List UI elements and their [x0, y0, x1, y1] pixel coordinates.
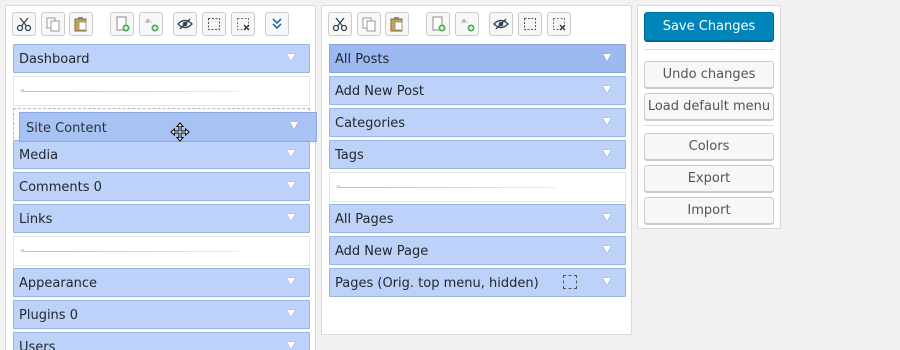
copy-button[interactable] [41, 12, 65, 36]
submenu-item[interactable]: All Posts [329, 44, 626, 73]
menu-separator[interactable]: « [13, 76, 310, 106]
expand-arrow-icon[interactable] [287, 278, 295, 285]
menu-item[interactable]: Plugins 0 [13, 300, 310, 329]
submenu-item[interactable]: Pages (Orig. top menu, hidden) [329, 268, 626, 297]
submenu-item[interactable]: All Pages [329, 204, 626, 233]
hide-icon [208, 18, 220, 30]
copy-icon [362, 17, 376, 32]
expand-all-icon [272, 18, 282, 30]
menu-item[interactable]: Links [13, 204, 310, 233]
menu-item-label: Categories [335, 116, 406, 131]
expand-arrow-icon[interactable] [287, 214, 295, 221]
expand-arrow-icon[interactable] [603, 246, 611, 253]
menu-item[interactable]: Appearance [13, 268, 310, 297]
menu-item-label: Appearance [19, 276, 98, 291]
hide-icon [524, 18, 536, 30]
new-menu-icon [116, 16, 130, 32]
expand-arrow-icon[interactable] [287, 310, 295, 317]
cut-button[interactable] [12, 12, 36, 36]
expand-arrow-icon[interactable] [287, 150, 295, 157]
paste-icon [390, 17, 403, 32]
new-separator-icon [461, 19, 475, 32]
menu-item-label: Dashboard [19, 52, 90, 67]
expand-arrow-icon[interactable] [603, 150, 611, 157]
colors-button[interactable]: Colors [644, 133, 774, 160]
separator-line [24, 91, 239, 92]
paste-button[interactable] [69, 12, 93, 36]
new-menu-button[interactable] [110, 12, 134, 36]
submenu-item[interactable]: Tags [329, 140, 626, 169]
menu-item-label: Comments 0 [19, 180, 102, 195]
toggle-hidden-icon [493, 18, 509, 30]
new-separator-button[interactable] [455, 12, 479, 36]
submenu-item[interactable]: Add New Page [329, 236, 626, 265]
delete-icon [553, 18, 566, 31]
hide-button[interactable] [518, 12, 542, 36]
toggle-hidden-button[interactable] [173, 12, 197, 36]
delete-button[interactable] [547, 12, 571, 36]
new-separator-button[interactable] [139, 12, 163, 36]
divider [644, 125, 774, 126]
paste-icon [74, 17, 87, 32]
hide-button[interactable] [202, 12, 226, 36]
expand-arrow-icon[interactable] [603, 86, 611, 93]
menu-item-label: Pages (Orig. top menu, hidden) [335, 276, 539, 291]
expand-arrow-icon[interactable] [603, 278, 611, 285]
menu-item[interactable]: Comments 0 [13, 172, 310, 201]
menu-separator[interactable]: « [13, 236, 310, 266]
divider [644, 49, 774, 50]
menu-item-label: All Posts [335, 52, 390, 67]
cut-button[interactable] [328, 12, 352, 36]
new-menu-button[interactable] [426, 12, 450, 36]
actions-panel: Save Changes Undo changes Load default m… [637, 5, 781, 229]
hidden-item-icon [563, 275, 577, 289]
separator-line [24, 251, 239, 252]
delete-button[interactable] [231, 12, 255, 36]
copy-button[interactable] [357, 12, 381, 36]
undo-changes-button[interactable]: Undo changes [644, 61, 774, 88]
save-changes-button[interactable]: Save Changes [644, 12, 774, 41]
menu-item-label: Links [19, 212, 53, 227]
move-cursor-icon [170, 122, 190, 142]
menu-separator[interactable]: « [329, 172, 626, 202]
menu-item[interactable]: Media [13, 140, 310, 169]
copy-icon [46, 17, 60, 32]
new-menu-icon [432, 16, 446, 32]
menu-item[interactable]: Dashboard [13, 44, 310, 73]
expand-arrow-icon[interactable] [603, 118, 611, 125]
new-separator-icon [145, 19, 159, 32]
separator-line [340, 187, 555, 188]
submenu-item[interactable]: Add New Post [329, 76, 626, 105]
menu-item-label: Users [19, 340, 56, 350]
menu-item-label: Site Content [26, 121, 107, 136]
submenu-column: All Posts Add New Post Categories Tags «… [321, 5, 632, 335]
menu-item-label: Tags [335, 148, 364, 163]
menu-item-label: Add New Page [335, 244, 429, 259]
cut-icon [332, 17, 348, 32]
toggle-hidden-icon [177, 18, 193, 30]
expand-arrow-icon[interactable] [603, 54, 611, 61]
paste-button[interactable] [385, 12, 409, 36]
delete-icon [237, 18, 250, 31]
menu-item[interactable]: Users [13, 332, 310, 350]
top-level-menu-column: Dashboard « Media Comments 0 Links « App… [5, 5, 316, 350]
menu-item-label: Media [19, 148, 59, 163]
menu-item-label: All Pages [335, 212, 394, 227]
load-default-menu-button[interactable]: Load default menu [644, 93, 774, 120]
expand-arrow-icon[interactable] [287, 342, 295, 349]
submenu-item[interactable]: Categories [329, 108, 626, 137]
expand-arrow-icon[interactable] [290, 122, 298, 129]
export-button[interactable]: Export [644, 165, 774, 192]
expand-arrow-icon[interactable] [287, 182, 295, 189]
expand-arrow-icon[interactable] [603, 214, 611, 221]
expand-all-button[interactable] [265, 12, 289, 36]
import-button[interactable]: Import [644, 197, 774, 224]
menu-item-label: Add New Post [335, 84, 424, 99]
dragging-menu-item[interactable]: Site Content [19, 112, 317, 142]
menu-item-label: Plugins 0 [19, 308, 78, 323]
expand-arrow-icon[interactable] [287, 54, 295, 61]
cut-icon [16, 17, 32, 32]
toggle-hidden-button[interactable] [489, 12, 513, 36]
